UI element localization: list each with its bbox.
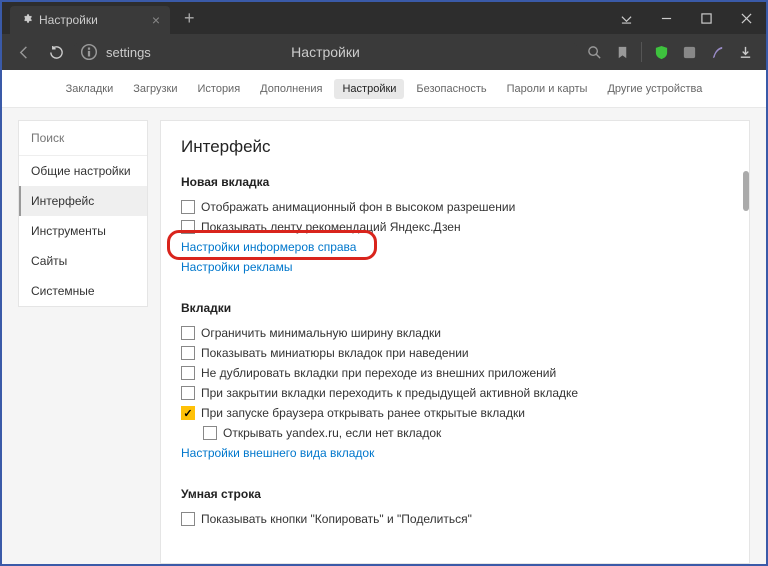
topnav-item[interactable]: Закладки [58,79,122,99]
settings-sidebar: Общие настройкиИнтерфейсИнструментыСайты… [18,120,148,307]
checkbox[interactable] [181,220,195,234]
back-button[interactable] [10,38,38,66]
bookmark-icon[interactable] [609,39,635,65]
shield-icon[interactable] [648,39,674,65]
site-info-icon[interactable] [80,43,98,61]
reload-button[interactable] [42,38,70,66]
settings-link[interactable]: Настройки информеров справа [181,237,729,257]
checkbox-label: Отображать анимационный фон в высоком ра… [201,200,515,214]
sidebar-item[interactable]: Интерфейс [19,186,147,216]
topnav-item[interactable]: Другие устройства [599,79,710,99]
content: Общие настройкиИнтерфейсИнструментыСайты… [2,108,766,564]
checkbox-row[interactable]: При запуске браузера открывать ранее отк… [181,403,729,423]
sidebar-item[interactable]: Системные [19,276,147,306]
checkbox[interactable] [181,386,195,400]
checkbox[interactable] [203,426,217,440]
checkbox-label: Ограничить минимальную ширину вкладки [201,326,441,340]
checkbox-label: Открывать yandex.ru, если нет вкладок [223,426,441,440]
checkbox-label: При запуске браузера открывать ранее отк… [201,406,525,420]
settings-topnav: ЗакладкиЗагрузкиИсторияДополненияНастрой… [2,70,766,108]
checkbox-row[interactable]: Отображать анимационный фон в высоком ра… [181,197,729,217]
checkbox-row[interactable]: Ограничить минимальную ширину вкладки [181,323,729,343]
extension-icon-1[interactable] [676,39,702,65]
search-icon[interactable] [581,39,607,65]
checkbox-row[interactable]: Показывать ленту рекомендаций Яндекс.Дзе… [181,217,729,237]
checkbox-label: Не дублировать вкладки при переходе из в… [201,366,556,380]
new-tab-button[interactable]: + [170,8,209,29]
checkbox-label: Показывать миниатюры вкладок при наведен… [201,346,469,360]
titlebar: Настройки × + [2,2,766,34]
topnav-item[interactable]: Дополнения [252,79,330,99]
section-title: Новая вкладка [181,175,729,189]
feather-icon[interactable] [704,39,730,65]
topnav-item[interactable]: Пароли и карты [499,79,596,99]
checkbox-row[interactable]: При закрытии вкладки переходить к предыд… [181,383,729,403]
checkbox[interactable] [181,366,195,380]
downloads-icon[interactable] [732,39,758,65]
topnav-item[interactable]: История [190,79,249,99]
page-heading: Интерфейс [181,137,729,157]
checkbox-row[interactable]: Не дублировать вкладки при переходе из в… [181,363,729,383]
checkbox[interactable] [181,406,195,420]
sidebar-search[interactable] [19,121,147,156]
sidebar-item[interactable]: Инструменты [19,216,147,246]
search-input[interactable] [31,131,135,145]
tab-title: Настройки [39,13,152,27]
settings-link[interactable]: Настройки рекламы [181,257,729,277]
checkbox-row[interactable]: Открывать yandex.ru, если нет вкладок [203,423,729,443]
checkbox[interactable] [181,326,195,340]
checkbox[interactable] [181,346,195,360]
settings-main: Интерфейс Новая вкладка Отображать анимац… [160,120,750,564]
checkbox-label: Показывать кнопки "Копировать" и "Подели… [201,512,472,526]
checkbox[interactable] [181,512,195,526]
sidebar-item[interactable]: Общие настройки [19,156,147,186]
browser-tab[interactable]: Настройки × [10,6,170,34]
url-text: settings [106,45,151,60]
settings-link[interactable]: Настройки внешнего вида вкладок [181,443,729,463]
checkbox[interactable] [181,200,195,214]
section-title: Вкладки [181,301,729,315]
checkbox-row[interactable]: Показывать миниатюры вкладок при наведен… [181,343,729,363]
topnav-item[interactable]: Настройки [334,79,404,99]
page-title-center: Настройки [291,44,360,60]
addressbar: settings Настройки [2,34,766,70]
minimize-button[interactable] [646,2,686,34]
checkbox-label: При закрытии вкладки переходить к предыд… [201,386,578,400]
scrollbar-thumb[interactable] [743,171,749,211]
checkbox-label: Показывать ленту рекомендаций Яндекс.Дзе… [201,220,461,234]
topnav-item[interactable]: Безопасность [408,79,494,99]
section-title: Умная строка [181,487,729,501]
topnav-item[interactable]: Загрузки [125,79,185,99]
close-button[interactable] [726,2,766,34]
tab-close-icon[interactable]: × [152,12,160,28]
sidebar-item[interactable]: Сайты [19,246,147,276]
maximize-button[interactable] [686,2,726,34]
checkbox-row[interactable]: Показывать кнопки "Копировать" и "Подели… [181,509,729,529]
tray-button[interactable] [606,2,646,34]
gear-icon [20,12,33,28]
url-box[interactable]: settings Настройки [74,43,577,61]
